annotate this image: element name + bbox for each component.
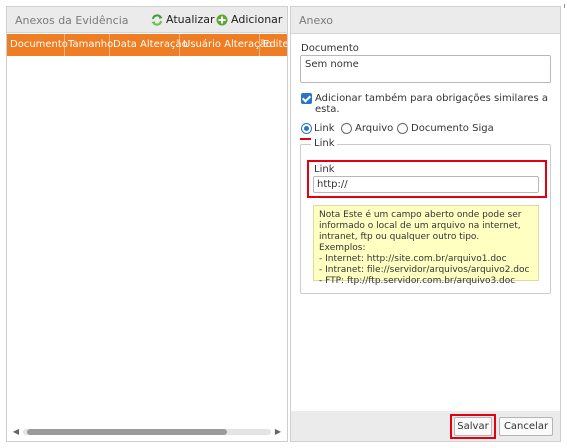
attachment-form: Documento Sem nome Adicionar também para… — [291, 33, 560, 411]
note-line: - FTP: ftp://ftp.servidor.com.br/arquivo… — [319, 276, 516, 286]
radio-link-label[interactable]: Link — [314, 123, 334, 134]
window-edge-mark — [564, 4, 565, 8]
add-label: Adicionar — [231, 13, 283, 26]
refresh-icon — [151, 13, 163, 26]
attachment-panel: Anexo Documento Sem nome Adicionar també… — [290, 6, 561, 442]
similar-obligations-checkbox[interactable] — [301, 93, 312, 104]
horizontal-scrollbar[interactable]: ◀ ▶ — [11, 427, 283, 437]
scroll-right-icon[interactable]: ▶ — [273, 427, 283, 437]
refresh-label: Atualizar — [166, 13, 215, 26]
radio-link[interactable] — [301, 123, 312, 134]
cancel-button[interactable]: Cancelar — [499, 417, 553, 436]
add-button[interactable]: Adicionar — [216, 13, 282, 26]
radio-arquivo-label[interactable]: Arquivo — [355, 123, 393, 134]
attachments-header: Anexos da Evidência Atualizar Adicionar — [7, 7, 287, 33]
refresh-button[interactable]: Atualizar — [151, 13, 215, 26]
note-line: Exemplos: — [319, 243, 366, 253]
column-header-documento[interactable]: Documento — [7, 34, 68, 56]
document-input[interactable]: Sem nome — [300, 55, 551, 83]
radio-arquivo[interactable] — [341, 123, 352, 134]
similar-obligations-label: Adicionar também para obrigações similar… — [315, 93, 549, 115]
scroll-left-icon[interactable]: ◀ — [11, 427, 21, 437]
dialog-footer: Salvar Cancelar — [291, 411, 560, 441]
note-line: - Internet: http://site.com.br/arquivo1.… — [319, 254, 507, 264]
attachments-panel: Anexos da Evidência Atualizar Adicionar … — [6, 6, 288, 442]
column-header-usuario-alteracao[interactable]: Usuário Alteração — [180, 34, 272, 56]
link-help-note: Nota Este é um campo aberto onde pode se… — [313, 205, 539, 286]
note-line: informado o local de um arquivo na inter… — [319, 221, 521, 231]
document-label: Documento — [301, 43, 359, 54]
radio-documento-siga[interactable] — [397, 123, 408, 134]
attachments-title: Anexos da Evidência — [15, 14, 129, 27]
note-line: - Intranet: file://servidor/arquivos/arq… — [319, 265, 530, 275]
column-header-tamanho[interactable]: Tamanho — [65, 34, 113, 56]
scrollbar-thumb[interactable] — [27, 429, 227, 435]
link-field-label: Link — [314, 164, 335, 175]
save-button[interactable]: Salvar — [454, 417, 492, 436]
add-icon — [216, 14, 228, 26]
link-input[interactable]: http:// — [313, 176, 539, 193]
radio-documento-siga-label[interactable]: Documento Siga — [411, 123, 494, 134]
link-fieldset-legend: Link — [311, 138, 338, 149]
attachment-title: Anexo — [299, 14, 333, 27]
column-header-editar[interactable]: Edite — [260, 34, 287, 56]
note-line: Nota Este é um campo aberto onde pode se… — [319, 210, 522, 220]
column-header-data-alteracao[interactable]: Data Alteração — [110, 34, 188, 56]
attachments-grid-header: Documento Tamanho Data Alteração Usuário… — [7, 34, 287, 56]
note-line: intranet, ftp ou qualquer outro tipo. — [319, 232, 480, 242]
attachment-header: Anexo — [291, 7, 560, 33]
